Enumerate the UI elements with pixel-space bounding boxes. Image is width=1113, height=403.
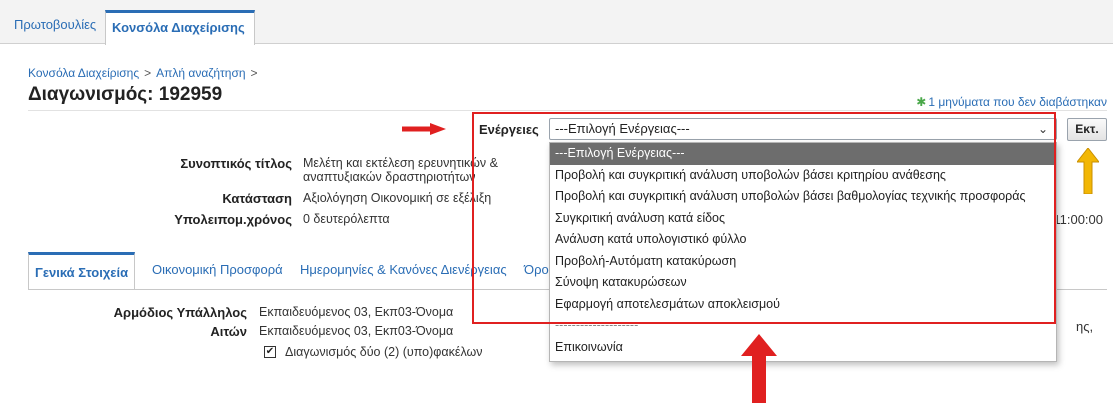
red-arrow-right-icon: [402, 123, 446, 135]
close-time-value: 11:00:00: [1053, 212, 1103, 227]
dropdown-option[interactable]: Συγκριτική ανάλυση κατά είδος: [550, 208, 1056, 230]
dropdown-option[interactable]: Προβολή και συγκριτική ανάλυση υποβολών …: [550, 165, 1056, 187]
requester-value: Εκπαιδευόμενος 03, Εκπ03-Όνομα: [259, 324, 454, 338]
tab-terms[interactable]: Όρο: [520, 252, 553, 290]
dropdown-option[interactable]: Προβολή και συγκριτική ανάλυση υποβολών …: [550, 186, 1056, 208]
actions-label: Ενέργειες: [479, 122, 539, 137]
officer-label: Αρμόδιος Υπάλληλος: [113, 305, 247, 320]
dropdown-option[interactable]: Εφαρμογή αποτελεσμάτων αποκλεισμού: [550, 294, 1056, 316]
actions-dropdown-list: ---Επιλογή Ενέργειας--- Προβολή και συγκ…: [549, 142, 1057, 362]
dropdown-option[interactable]: Ανάλυση κατά υπολογιστικό φύλλο: [550, 229, 1056, 251]
actions-select-value: ---Επιλογή Ενέργειας---: [555, 121, 690, 136]
chevron-down-icon: ⌄: [1037, 122, 1048, 136]
breadcrumb-link-admin-console[interactable]: Κονσόλα Διαχείρισης: [28, 66, 139, 80]
breadcrumb-link-simple-search[interactable]: Απλή αναζήτηση: [156, 66, 245, 80]
dropdown-separator: --------------------: [555, 318, 639, 332]
actions-select[interactable]: ---Επιλογή Ενέργειας--- ⌄: [549, 118, 1057, 140]
summary-title-value: Μελέτη και εκτέλεση ερευνητικών & αναπτυ…: [303, 156, 498, 184]
tab-general-info[interactable]: Γενικά Στοιχεία: [28, 252, 136, 290]
remaining-time-label: Υπολειπομ.χρόνος: [174, 212, 292, 227]
status-value: Αξιολόγηση Οικονομική σε εξέλιξη: [303, 191, 492, 205]
top-nav-bar: Πρωτοβουλίες Κονσόλα Διαχείρισης: [0, 0, 1113, 45]
summary-title-label: Συνοπτικός τίτλος: [180, 156, 292, 171]
status-label: Κατάσταση: [222, 191, 292, 206]
tab-dates-rules[interactable]: Ημερομηνίες & Κανόνες Διενέργειας: [296, 252, 511, 290]
breadcrumb: Κονσόλα Διαχείρισης > Απλή αναζήτηση >: [28, 66, 263, 80]
requester-label: Αιτών: [210, 324, 247, 339]
top-tab-admin-console[interactable]: Κονσόλα Διαχείρισης: [105, 10, 255, 45]
truncated-text: ης,: [1076, 319, 1094, 334]
yellow-arrow-up-icon: [1077, 148, 1099, 194]
dropdown-option[interactable]: Επικοινωνία: [550, 337, 1056, 359]
remaining-time-value: 0 δευτερόλεπτα: [303, 212, 390, 226]
breadcrumb-separator: >: [250, 66, 258, 80]
officer-value: Εκπαιδευόμενος 03, Εκπ03-Όνομα: [259, 305, 454, 319]
unread-messages-label: 1 μηνύματα που δεν διαβάστηκαν: [928, 95, 1107, 109]
red-arrow-up-icon: [741, 334, 777, 403]
breadcrumb-separator: >: [144, 66, 152, 80]
two-envelope-checkbox[interactable]: ✔: [264, 346, 276, 358]
top-tab-initiatives[interactable]: Πρωτοβουλίες: [8, 12, 102, 44]
page-title: Διαγωνισμός: 192959: [28, 84, 223, 105]
dropdown-option[interactable]: ---Επιλογή Ενέργειας---: [550, 143, 1056, 165]
unread-messages-link[interactable]: ✱ 1 μηνύματα που δεν διαβάστηκαν: [916, 95, 1107, 109]
two-envelope-label: Διαγωνισμός δύο (2) (υπο)φακέλων: [285, 345, 483, 359]
tab-financial-offer[interactable]: Οικονομική Προσφορά: [148, 252, 287, 290]
execute-button[interactable]: Εκτ.: [1067, 118, 1107, 141]
title-divider: [28, 110, 1107, 111]
dropdown-option[interactable]: Προβολή-Αυτόματη κατακύρωση: [550, 251, 1056, 273]
dropdown-option[interactable]: Σύνοψη κατακυρώσεων: [550, 272, 1056, 294]
message-gear-icon: ✱: [916, 95, 927, 109]
